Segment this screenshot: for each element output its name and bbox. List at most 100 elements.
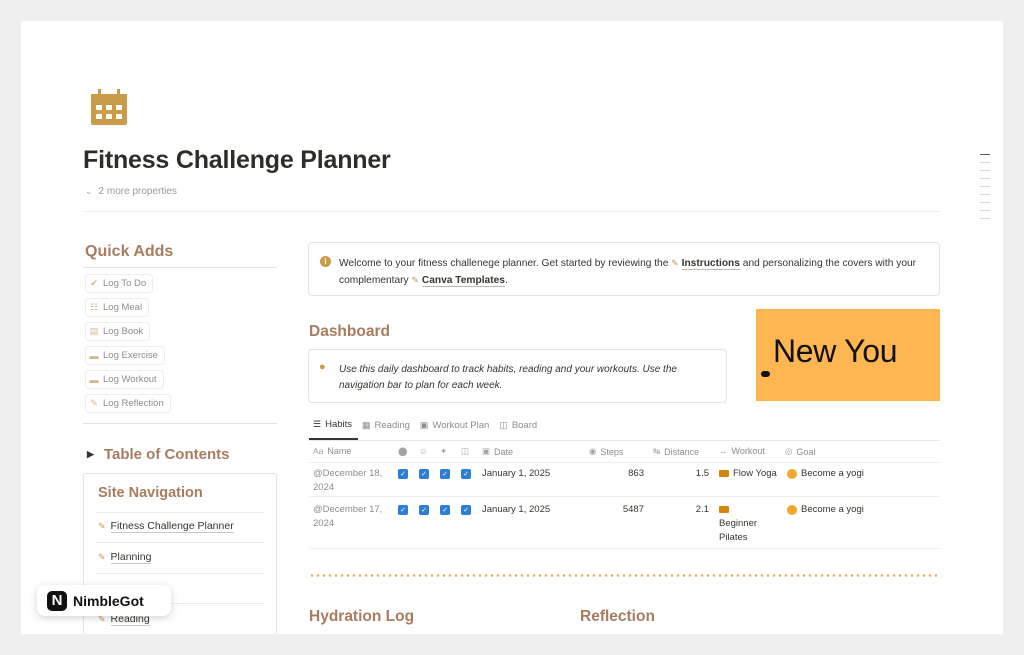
page-link-icon: ✎ bbox=[98, 521, 106, 531]
row-1-goal[interactable]: Become a yogi bbox=[787, 468, 864, 479]
quick-adds-heading: Quick Adds bbox=[85, 243, 174, 260]
button-label: Log Exercise bbox=[103, 350, 158, 361]
toc-toggle[interactable]: ▶ Table of Contents bbox=[87, 446, 229, 463]
divider bbox=[96, 512, 264, 513]
column-header-steps[interactable]: ◉ Steps bbox=[589, 446, 623, 457]
instructions-link[interactable]: Instructions bbox=[681, 258, 740, 270]
cover-mark bbox=[761, 371, 770, 377]
row-1-habit-3-checkbox[interactable]: ✓ bbox=[440, 469, 450, 479]
view-tabs: ☰ Habits ▦ Reading ▣ Workout Plan ◫ Boar… bbox=[309, 417, 543, 440]
gallery-icon: ▦ bbox=[362, 420, 371, 430]
tab-label: Reading bbox=[374, 420, 410, 431]
meal-icon: ☷ bbox=[89, 302, 99, 312]
goal-link[interactable]: Become a yogi bbox=[801, 468, 864, 479]
log-exercise-button[interactable]: ▬ Log Exercise bbox=[85, 346, 165, 365]
page-link-icon: ✎ bbox=[671, 258, 679, 268]
column-header-date[interactable]: ▣ Date bbox=[482, 446, 513, 457]
row-1-distance[interactable]: 1.5 bbox=[671, 468, 709, 479]
link-label: Fitness Challenge Planner bbox=[110, 520, 234, 533]
row-1-name[interactable]: @December 18, 2024 bbox=[313, 467, 393, 495]
info-icon: i bbox=[320, 256, 331, 267]
row-1-habit-4-checkbox[interactable]: ✓ bbox=[461, 469, 471, 479]
divider bbox=[309, 496, 940, 497]
canva-templates-link[interactable]: Canva Templates bbox=[421, 275, 505, 287]
reflection-heading: Reflection bbox=[580, 608, 655, 625]
meditation-icon: ☺ bbox=[419, 446, 428, 456]
board-icon: ◫ bbox=[499, 420, 508, 430]
row-1-workout[interactable]: Flow Yoga bbox=[719, 467, 779, 481]
tab-board[interactable]: ◫ Board bbox=[495, 417, 543, 440]
tab-reading[interactable]: ▦ Reading bbox=[358, 417, 416, 440]
log-workout-button[interactable]: ▬ Log Workout bbox=[85, 370, 164, 389]
workout-link[interactable]: Flow Yoga bbox=[733, 467, 777, 481]
divider bbox=[83, 423, 277, 424]
tab-label: Board bbox=[511, 420, 538, 431]
quick-adds-list: ✔ Log To Do ☷ Log Meal ▤ Log Book ▬ Log … bbox=[85, 274, 171, 418]
page-title[interactable]: Fitness Challenge Planner bbox=[83, 146, 391, 175]
row-2-habit-2-checkbox[interactable]: ✓ bbox=[419, 505, 429, 515]
calendar-view-icon: ▣ bbox=[419, 420, 429, 430]
divider bbox=[83, 211, 940, 212]
column-header-habit-4[interactable]: ◫ bbox=[461, 446, 469, 457]
divider bbox=[96, 573, 264, 574]
nav-link-planning[interactable]: ✎ Planning bbox=[98, 551, 152, 564]
column-header-workout[interactable]: ↔ Workout bbox=[719, 446, 765, 456]
row-1-steps[interactable]: 863 bbox=[601, 468, 644, 479]
chevron-down-icon: ⌄ bbox=[85, 186, 93, 196]
goal-link[interactable]: Become a yogi bbox=[801, 504, 864, 515]
tab-habits[interactable]: ☰ Habits bbox=[309, 417, 359, 440]
workout-link[interactable]: Beginner Pilates bbox=[719, 517, 779, 545]
divider bbox=[309, 548, 940, 549]
log-todo-button[interactable]: ✔ Log To Do bbox=[85, 274, 154, 293]
divider bbox=[309, 462, 940, 463]
column-header-habit-3[interactable]: ✦ bbox=[440, 446, 447, 457]
video-icon bbox=[719, 470, 729, 477]
book-icon: ▤ bbox=[89, 326, 99, 336]
water-drop-icon: ⬤ bbox=[398, 446, 408, 456]
relation-icon: ↔ bbox=[719, 446, 728, 456]
calendar-icon[interactable] bbox=[89, 88, 129, 126]
row-2-habit-1-checkbox[interactable]: ✓ bbox=[398, 505, 408, 515]
column-header-habit-1[interactable]: ⬤ bbox=[398, 446, 408, 457]
nav-link-fitness-planner[interactable]: ✎ Fitness Challenge Planner bbox=[98, 520, 234, 533]
log-book-button[interactable]: ▤ Log Book bbox=[85, 322, 151, 341]
log-meal-button[interactable]: ☷ Log Meal bbox=[85, 298, 150, 317]
brand-name: NimbleGot bbox=[73, 592, 144, 609]
row-1-habit-2-checkbox[interactable]: ✓ bbox=[419, 469, 429, 479]
row-1-habit-1-checkbox[interactable]: ✓ bbox=[398, 469, 408, 479]
column-header-habit-2[interactable]: ☺ bbox=[419, 446, 428, 456]
dotted-divider bbox=[309, 574, 940, 577]
more-properties-toggle[interactable]: ⌄ 2 more properties bbox=[85, 186, 177, 197]
row-2-habit-4-checkbox[interactable]: ✓ bbox=[461, 505, 471, 515]
cover-image[interactable]: New You bbox=[756, 309, 940, 401]
column-header-goal[interactable]: ◎ Goal bbox=[785, 446, 815, 457]
callout-text: Welcome to your fitness challenege plann… bbox=[339, 255, 931, 289]
reflection-icon: ✎ bbox=[90, 398, 98, 408]
header-label: Name bbox=[327, 446, 352, 456]
row-2-date[interactable]: January 1, 2025 bbox=[482, 504, 550, 515]
log-reflection-button[interactable]: ✎ Log Reflection bbox=[85, 394, 171, 413]
row-2-name[interactable]: @December 17, 2024 bbox=[313, 503, 393, 531]
row-2-steps[interactable]: 5487 bbox=[601, 504, 644, 515]
hydration-log-heading: Hydration Log bbox=[309, 608, 415, 625]
row-2-workout[interactable]: Beginner Pilates bbox=[719, 503, 779, 545]
outline-rail[interactable] bbox=[980, 154, 992, 226]
list-icon: ☰ bbox=[313, 419, 322, 429]
target-icon: ◎ bbox=[785, 446, 793, 456]
tab-workout-plan[interactable]: ▣ Workout Plan bbox=[416, 417, 495, 440]
dumbbell-icon: ▬ bbox=[89, 350, 99, 361]
dashboard-heading: Dashboard bbox=[309, 323, 390, 340]
nimblegot-watermark: N NimbleGot bbox=[37, 585, 171, 616]
row-2-distance[interactable]: 2.1 bbox=[671, 504, 709, 515]
triangle-right-icon: ▶ bbox=[87, 449, 94, 459]
row-1-date[interactable]: January 1, 2025 bbox=[482, 468, 550, 479]
row-2-habit-3-checkbox[interactable]: ✓ bbox=[440, 505, 450, 515]
callout-text-part: . bbox=[504, 275, 508, 286]
header-label: Steps bbox=[600, 446, 624, 457]
column-header-distance[interactable]: ↹ Distance bbox=[653, 446, 699, 457]
row-2-goal[interactable]: Become a yogi bbox=[787, 504, 864, 515]
medicine-icon: ◫ bbox=[461, 446, 470, 456]
text-property-icon: Aa bbox=[313, 446, 324, 456]
header-label: Goal bbox=[796, 446, 816, 457]
column-header-name[interactable]: Aa Name bbox=[313, 446, 351, 456]
